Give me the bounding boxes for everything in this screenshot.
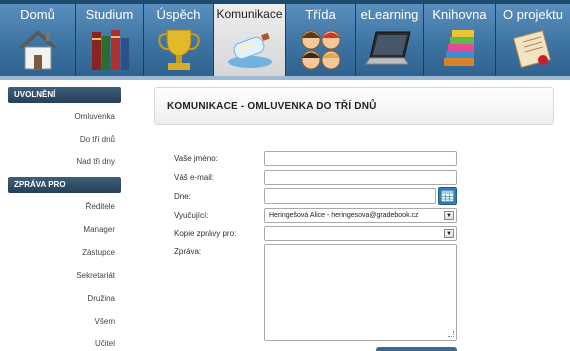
resize-handle[interactable] (448, 331, 454, 337)
name-field[interactable] (264, 151, 457, 166)
tab-trida[interactable]: Třída (286, 4, 356, 76)
title-panel: KOMUNIKACE - OMLUVENKA DO TŘÍ DNŮ (154, 87, 554, 125)
email-field[interactable] (264, 170, 457, 185)
name-label: Vaše jméno: (174, 154, 218, 163)
tab-komunikace[interactable]: Komunikace (214, 4, 286, 76)
chevron-down-icon: ▼ (444, 229, 454, 238)
email-label: Váš e-mail: (174, 173, 215, 182)
top-navigation: Domů Studium Úspěch Komunikace Třída eLe… (0, 0, 570, 80)
students-icon (301, 30, 340, 70)
date-label: Dne: (174, 192, 191, 201)
tab-label: eLearning (360, 7, 419, 22)
library-books-icon (443, 30, 474, 66)
tab-o-projektu[interactable]: O projektu (496, 4, 570, 76)
tab-label: Komunikace (216, 7, 283, 21)
sidebar-item-vsem[interactable]: Všem (95, 317, 115, 326)
teacher-select[interactable]: Heringešová Alice - heringesova@gradeboo… (264, 208, 457, 223)
tab-studium[interactable]: Studium (76, 4, 144, 76)
tab-label: O projektu (503, 7, 563, 22)
sidebar-item-zastupce[interactable]: Zástupce (82, 248, 115, 257)
laptop-icon (364, 31, 411, 65)
sidebar-item-sekretariat[interactable]: Sekretariát (76, 271, 115, 280)
tab-label: Domů (20, 7, 55, 22)
house-icon (17, 30, 58, 70)
tab-uspech[interactable]: Úspěch (144, 4, 214, 76)
tab-domu[interactable]: Domů (0, 4, 76, 76)
sidebar-item-nad-tri-dny[interactable]: Nad tři dny (76, 157, 115, 166)
message-bottle-icon (227, 32, 272, 68)
submit-button[interactable] (376, 347, 457, 351)
sidebar-item-omluvenka[interactable]: Omluvenka (75, 112, 115, 121)
scroll-icon (513, 30, 551, 68)
trophy-icon (157, 29, 200, 70)
chevron-down-icon: ▼ (444, 211, 454, 220)
sidebar-header-zprava-pro: ZPRÁVA PRO (8, 177, 121, 193)
sidebar-item-ucitel[interactable]: Učitel (95, 339, 115, 348)
copy-label: Kopie zprávy pro: (174, 229, 237, 238)
page-title: KOMUNIKACE - OMLUVENKA DO TŘÍ DNŮ (167, 101, 377, 112)
message-label: Zpráva: (174, 247, 202, 256)
date-field[interactable] (264, 188, 436, 204)
tab-label: Třída (305, 7, 336, 22)
calendar-button[interactable] (438, 187, 457, 205)
teacher-label: Vyučující: (174, 211, 209, 220)
sidebar-item-reditele[interactable]: Ředitele (86, 202, 115, 211)
sidebar-item-manager[interactable]: Manager (83, 225, 115, 234)
books-icon (91, 30, 129, 70)
tab-label: Studium (85, 7, 134, 22)
sidebar-header-uvolneni: UVOLNĚNÍ (8, 87, 121, 103)
tab-knihovna[interactable]: Knihovna (424, 4, 496, 76)
message-textarea[interactable] (264, 244, 457, 341)
sidebar: UVOLNĚNÍ Omluvenka Do tří dnů Nad tři dn… (0, 80, 130, 351)
tab-label: Knihovna (432, 7, 487, 22)
tab-label: Úspěch (156, 7, 201, 22)
copy-select[interactable]: ▼ (264, 226, 457, 241)
main-content: KOMUNIKACE - OMLUVENKA DO TŘÍ DNŮ Vaše j… (130, 80, 570, 351)
teacher-select-value: Heringešová Alice - heringesova@gradeboo… (269, 212, 419, 219)
sidebar-item-do-tri-dnu[interactable]: Do tří dnů (80, 135, 115, 144)
tab-elearning[interactable]: eLearning (356, 4, 424, 76)
sidebar-item-druzina[interactable]: Družina (87, 294, 115, 303)
calendar-icon (441, 190, 454, 202)
